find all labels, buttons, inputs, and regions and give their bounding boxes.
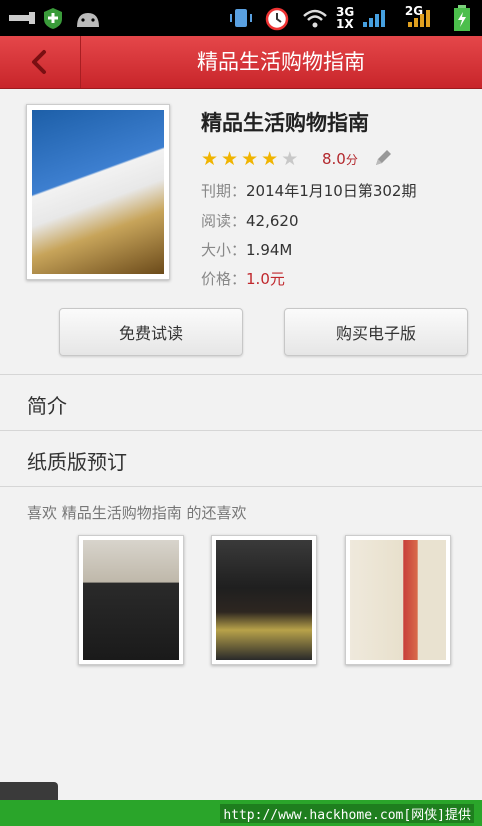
vibrate-icon — [226, 4, 256, 32]
reads-label: 阅读： — [201, 212, 247, 230]
android-icon — [72, 4, 104, 32]
buy-ebook-button[interactable]: 购买电子版 — [284, 308, 468, 356]
size-value: 1.94M — [246, 241, 293, 259]
star-filled-icon: ★ — [261, 148, 279, 170]
price-value: 1.0元 — [246, 270, 285, 288]
issue-value: 2014年1月10日第302期 — [246, 182, 417, 200]
issue-row: 刊期：2014年1月10日第302期 — [201, 180, 416, 201]
divider — [0, 430, 482, 431]
divider — [0, 486, 482, 487]
size-row: 大小：1.94M — [201, 239, 292, 260]
star-filled-icon: ★ — [221, 148, 239, 170]
usb-icon — [6, 4, 38, 32]
chevron-left-icon — [32, 50, 46, 74]
status-bar: 3G 1X 2G — [0, 0, 482, 36]
rating-unit: 分 — [345, 153, 358, 167]
recommended-magazine-3[interactable] — [345, 535, 451, 665]
size-label: 大小： — [201, 241, 247, 259]
bottom-drawer-handle[interactable] — [0, 782, 58, 800]
back-button[interactable] — [0, 36, 81, 88]
star-rating: ★ ★ ★ ★ ★ — [201, 148, 298, 170]
price-label: 价格： — [201, 270, 247, 288]
divider — [0, 374, 482, 375]
rating-value: 8.0 — [322, 150, 346, 168]
recommended-magazine-2[interactable] — [211, 535, 317, 665]
signal-bars-icon — [360, 4, 386, 32]
network-1x-label: 1X — [336, 17, 354, 31]
issue-label: 刊期： — [201, 182, 247, 200]
magazine-cover[interactable] — [26, 104, 170, 280]
cover-image — [350, 540, 446, 660]
reads-row: 阅读：42,620 — [201, 210, 299, 231]
star-filled-icon: ★ — [241, 148, 259, 170]
price-row: 价格：1.0元 — [201, 268, 285, 289]
rating-score: 8.0分 — [322, 150, 358, 168]
reads-value: 42,620 — [246, 212, 299, 230]
intro-section[interactable]: 简介 — [27, 390, 67, 419]
title-bar: 精品生活购物指南 — [0, 36, 482, 89]
recommended-magazine-1[interactable] — [78, 535, 184, 665]
watermark-text: http://www.hackhome.com[网侠]提供 — [220, 804, 474, 823]
free-trial-button[interactable]: 免费试读 — [59, 308, 243, 356]
battery-icon — [448, 4, 476, 32]
star-empty-icon: ★ — [281, 148, 299, 170]
page-title: 精品生活购物指南 — [197, 50, 365, 74]
cover-image — [83, 540, 179, 660]
star-filled-icon: ★ — [201, 148, 219, 170]
book-title: 精品生活购物指南 — [201, 111, 369, 135]
signal-bars-2g-icon — [404, 4, 434, 32]
shield-update-icon — [40, 4, 66, 32]
cover-image — [216, 540, 312, 660]
cover-image — [32, 110, 164, 274]
pencil-icon — [376, 150, 391, 165]
paper-order-section[interactable]: 纸质版预订 — [27, 446, 127, 475]
also-liked-heading: 喜欢 精品生活购物指南 的还喜欢 — [27, 504, 247, 522]
footer-bar: http://www.hackhome.com[网侠]提供 — [0, 800, 482, 826]
edit-rating-button[interactable] — [372, 147, 394, 173]
alarm-icon — [262, 4, 292, 32]
wifi-icon — [300, 4, 330, 32]
